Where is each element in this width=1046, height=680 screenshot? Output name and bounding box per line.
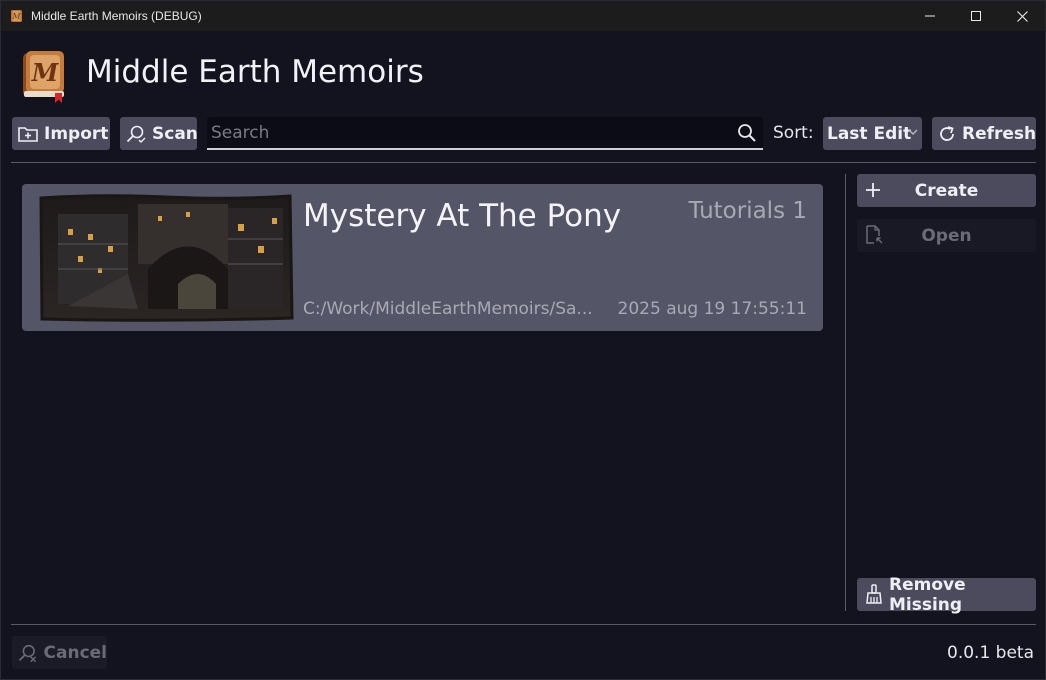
chevron-down-icon (908, 129, 918, 135)
footer-divider (11, 624, 1036, 625)
project-category: Tutorials 1 (688, 198, 807, 224)
project-title: Mystery At The Pony (303, 198, 622, 234)
toolbar-divider (11, 162, 1036, 163)
sort-label: Sort: (773, 123, 814, 143)
import-folder-icon (18, 126, 38, 142)
import-button[interactable]: Import (12, 117, 110, 150)
import-label: Import (44, 123, 109, 144)
cancel-label: Cancel (43, 642, 107, 663)
open-label: Open (921, 225, 972, 246)
refresh-button[interactable]: Refresh (932, 117, 1036, 150)
maximize-icon (971, 11, 981, 21)
app-book-icon-small: M (11, 10, 22, 22)
broom-icon (866, 584, 882, 604)
scan-icon (126, 125, 146, 143)
project-thumbnail (39, 194, 294, 322)
search-icon[interactable] (737, 123, 757, 143)
open-button[interactable]: Open (857, 219, 1036, 252)
remove-missing-label: Remove Missing (889, 574, 966, 615)
project-last-edit: 2025 aug 19 17:55:11 (617, 299, 807, 319)
svg-text:M: M (31, 58, 60, 87)
cancel-button[interactable]: Cancel (12, 636, 107, 669)
title-bar[interactable]: M Middle Earth Memoirs (DEBUG) (1, 1, 1045, 31)
version-label: 0.0.1 beta (947, 643, 1034, 663)
svg-text:M: M (11, 12, 21, 21)
sort-dropdown[interactable]: Last Edit (823, 117, 922, 150)
create-button[interactable]: Create (857, 174, 1036, 207)
create-label: Create (914, 180, 979, 201)
remove-missing-button[interactable]: Remove Missing (857, 575, 1036, 615)
scan-button[interactable]: Scan (120, 117, 198, 150)
minimize-icon (925, 15, 935, 17)
app-window: M Middle Earth Memoirs (DEBUG) M Middle … (0, 0, 1046, 680)
project-path: C:/Work/MiddleEarthMemoirs/Sa... (303, 299, 593, 319)
scan-label: Scan (152, 123, 198, 144)
search-input[interactable] (207, 117, 763, 148)
project-card[interactable]: Mystery At The Pony Tutorials 1 C:/Work/… (22, 184, 823, 331)
app-title: Middle Earth Memoirs (86, 54, 424, 90)
search-field[interactable] (207, 117, 763, 150)
side-panel-divider (845, 174, 846, 611)
close-icon (1016, 10, 1028, 22)
close-button[interactable] (999, 1, 1045, 31)
sort-value: Last Edit (827, 123, 912, 144)
refresh-label: Refresh (962, 123, 1037, 144)
window-title: Middle Earth Memoirs (DEBUG) (31, 9, 202, 23)
app-book-logo: M (23, 51, 64, 103)
refresh-icon (940, 125, 954, 141)
minimize-button[interactable] (907, 1, 953, 31)
scan-cancel-icon (18, 644, 37, 662)
maximize-button[interactable] (953, 1, 999, 31)
